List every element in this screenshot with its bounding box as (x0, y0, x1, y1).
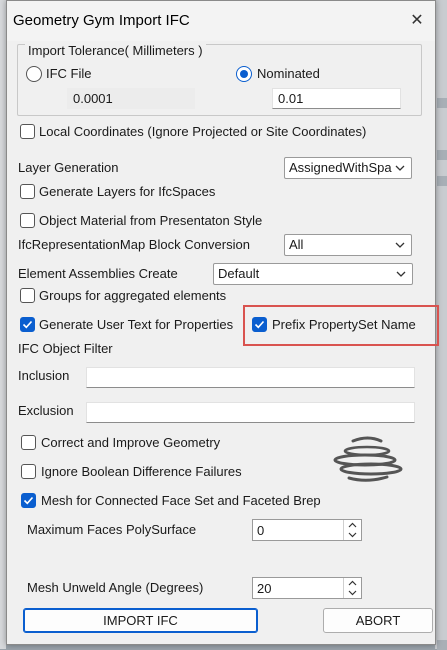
ifc-object-filter-heading: IFC Object Filter (18, 341, 113, 356)
checkmark-icon (23, 496, 34, 505)
unweld-angle-label: Mesh Unweld Angle (Degrees) (27, 580, 204, 595)
ifc-file-radio[interactable] (26, 66, 42, 82)
checkmark-icon (254, 320, 265, 329)
nominated-label: Nominated (257, 66, 320, 81)
unweld-angle-value: 20 (257, 581, 272, 596)
rep-map-select[interactable]: All (284, 234, 412, 256)
ignore-boolean-label: Ignore Boolean Difference Failures (41, 464, 242, 479)
chevron-down-icon (396, 271, 406, 277)
increment-icon[interactable] (344, 520, 361, 530)
object-material-label: Object Material from Presentaton Style (39, 213, 263, 228)
max-faces-value: 0 (257, 523, 265, 538)
chevron-down-icon (395, 165, 405, 171)
geometry-gym-logo-icon (333, 436, 403, 482)
layer-generation-value: AssignedWithSpa (289, 160, 392, 175)
user-text-label: Generate User Text for Properties (39, 317, 234, 332)
mesh-connected-checkbox[interactable] (21, 493, 36, 508)
checkmark-icon (22, 320, 33, 329)
import-ifc-dialog: Geometry Gym Import IFC ✕ Import Toleran… (6, 0, 439, 645)
background-marker (437, 98, 447, 108)
groups-aggregated-checkbox[interactable] (20, 288, 35, 303)
abort-button[interactable]: ABORT (323, 608, 433, 633)
exclusion-input[interactable] (86, 402, 415, 423)
max-faces-stepper-buttons (343, 520, 361, 540)
import-tolerance-legend: Import Tolerance( Millimeters ) (25, 43, 206, 58)
inclusion-input[interactable] (86, 367, 415, 388)
element-assemblies-label: Element Assemblies Create (18, 266, 178, 281)
decrement-icon[interactable] (344, 588, 361, 598)
element-assemblies-select[interactable]: Default (213, 263, 413, 285)
rep-map-label: IfcRepresentationMap Block Conversion (18, 237, 250, 252)
prefix-pset-label: Prefix PropertySet Name (272, 317, 416, 332)
ignore-boolean-checkbox[interactable] (21, 464, 36, 479)
unweld-angle-stepper[interactable]: 20 (252, 577, 362, 599)
exclusion-label: Exclusion (18, 403, 74, 418)
layer-generation-label: Layer Generation (18, 160, 119, 175)
inclusion-label: Inclusion (18, 368, 70, 383)
increment-icon[interactable] (344, 578, 361, 588)
decrement-icon[interactable] (344, 530, 361, 540)
dialog-title: Geometry Gym Import IFC (13, 12, 190, 29)
max-faces-label: Maximum Faces PolySurface (27, 522, 197, 537)
ifc-file-tolerance-field: 0.0001 (67, 88, 195, 109)
nominated-radio[interactable] (236, 66, 252, 82)
generate-layers-checkbox[interactable] (20, 184, 35, 199)
title-bar: Geometry Gym Import IFC ✕ (7, 1, 435, 41)
local-coordinates-checkbox[interactable] (20, 124, 35, 139)
object-material-checkbox[interactable] (20, 213, 35, 228)
layer-generation-select[interactable]: AssignedWithSpa (284, 157, 412, 179)
user-text-checkbox[interactable] (20, 317, 35, 332)
unweld-angle-stepper-buttons (343, 578, 361, 598)
prefix-pset-checkbox[interactable] (252, 317, 267, 332)
chevron-down-icon (395, 242, 405, 248)
import-ifc-button[interactable]: IMPORT IFC (23, 608, 258, 633)
max-faces-stepper[interactable]: 0 (252, 519, 362, 541)
ifc-file-label: IFC File (46, 66, 92, 81)
groups-aggregated-label: Groups for aggregated elements (39, 288, 227, 303)
correct-geometry-label: Correct and Improve Geometry (41, 435, 221, 450)
close-icon[interactable]: ✕ (407, 11, 427, 31)
nominated-tolerance-input[interactable]: 0.01 (272, 88, 401, 109)
background-marker (437, 150, 447, 160)
background-marker (437, 176, 447, 186)
mesh-connected-label: Mesh for Connected Face Set and Faceted … (41, 493, 321, 508)
element-assemblies-value: Default (218, 266, 260, 281)
generate-layers-label: Generate Layers for IfcSpaces (39, 184, 216, 199)
local-coordinates-label: Local Coordinates (Ignore Projected or S… (39, 124, 367, 139)
correct-geometry-checkbox[interactable] (21, 435, 36, 450)
rep-map-value: All (289, 237, 304, 252)
